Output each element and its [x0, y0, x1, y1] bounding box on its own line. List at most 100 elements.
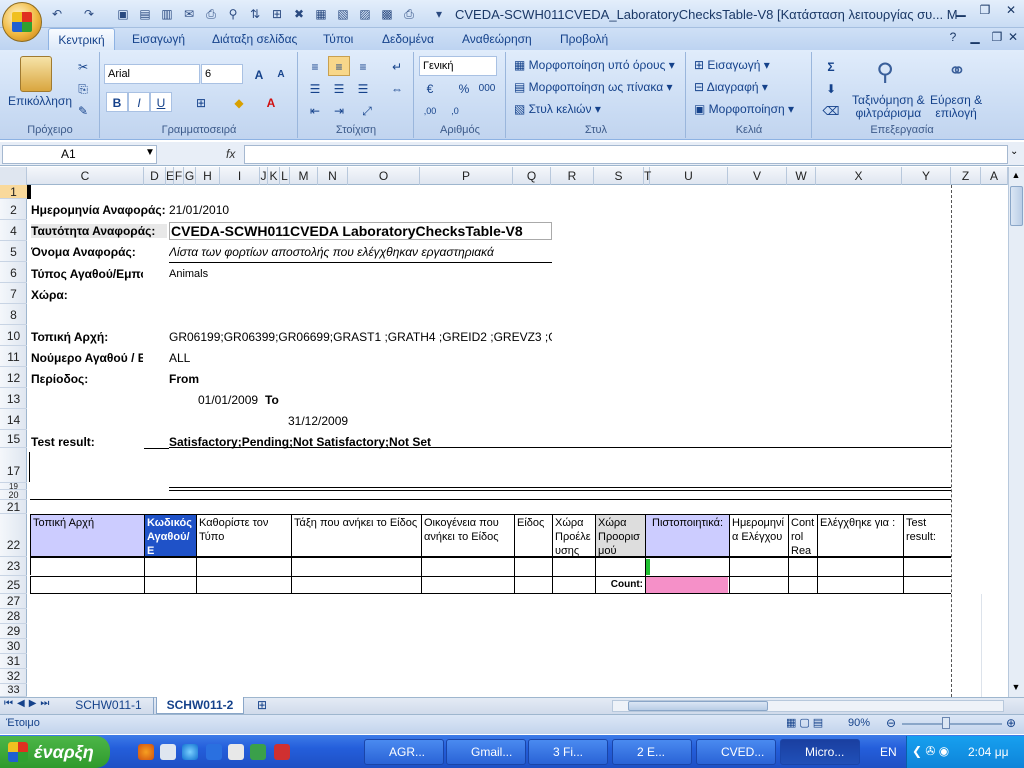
clear-icon[interactable]: ⌫ [820, 100, 842, 120]
app-quick-icon[interactable] [274, 744, 290, 760]
row-header[interactable]: 4 [0, 220, 27, 241]
column-header[interactable]: H [196, 167, 220, 185]
count-cell[interactable] [646, 577, 728, 593]
grow-font-icon[interactable]: A [248, 64, 270, 84]
column-header[interactable]: I [220, 167, 260, 185]
row-header[interactable]: 2 [0, 199, 27, 220]
binoculars-icon[interactable]: ⚭ [942, 58, 972, 88]
underline-button[interactable]: U [150, 92, 172, 112]
close-button[interactable]: ✕ [998, 3, 1024, 21]
font-color-icon[interactable]: A [260, 92, 282, 112]
form-icon[interactable]: ▨ [356, 5, 374, 23]
row-header[interactable]: 27 [0, 594, 27, 609]
paste-button[interactable]: Επικόλληση [8, 94, 72, 108]
minimize-button[interactable]: ▁ [948, 3, 974, 21]
sort-filter-button[interactable]: Ταξινόμηση & φιλτράρισμα [852, 94, 925, 120]
insert-cells-button[interactable]: ⊞ Εισαγωγή ▾ [694, 58, 770, 72]
row-header[interactable]: 32 [0, 669, 27, 684]
row-header[interactable]: 22 [0, 514, 27, 557]
table-row[interactable] [30, 557, 951, 575]
tab-formulas[interactable]: Τύποι [323, 28, 353, 50]
format-as-table-button[interactable]: ▤ Μορφοποίηση ως πίνακα ▾ [514, 80, 673, 94]
font-name-input[interactable]: Arial [104, 64, 200, 84]
column-header[interactable]: Z [951, 167, 981, 185]
sheet-tab-2[interactable]: SCHW011-2 [156, 697, 244, 714]
row-header[interactable]: 29 [0, 624, 27, 639]
email-icon[interactable]: ✉ [180, 5, 198, 23]
scroll-down-icon[interactable]: ▼ [1009, 682, 1023, 696]
column-header[interactable]: L [280, 167, 290, 185]
scroll-thumb[interactable] [1010, 186, 1023, 226]
restore-button[interactable]: ❐ [972, 3, 998, 21]
zoom-slider-thumb[interactable] [942, 717, 950, 729]
row-header[interactable]: 30 [0, 639, 27, 654]
column-header[interactable]: S [594, 167, 644, 185]
column-header[interactable]: U [650, 167, 728, 185]
row-header[interactable]: 10 [0, 325, 27, 346]
row-header[interactable]: 19 [0, 483, 27, 491]
chart-icon[interactable]: ▦ [312, 5, 330, 23]
ribbon-close-button[interactable]: ✕ [1004, 30, 1022, 48]
autosum-button[interactable]: Σ [820, 56, 842, 76]
ie-icon[interactable] [182, 744, 198, 760]
expand-formula-icon[interactable]: ⌄ [1010, 146, 1018, 157]
align-right-icon[interactable]: ☰ [352, 78, 374, 98]
row-header[interactable]: 5 [0, 241, 27, 262]
delete-cells-button[interactable]: ⊟ Διαγραφή ▾ [694, 80, 768, 94]
sort-filter-icon[interactable]: ⚲ [870, 58, 900, 88]
column-header[interactable]: G [184, 167, 196, 185]
taskbar-item[interactable]: 2 E... [612, 739, 692, 765]
row-header[interactable]: 13 [0, 388, 27, 409]
zoom-in-icon[interactable]: ⊕ [1006, 716, 1016, 730]
column-header[interactable]: N [318, 167, 348, 185]
filter-icon[interactable]: ⚲ [224, 5, 242, 23]
select-all-corner[interactable] [0, 167, 27, 185]
thousands-button[interactable]: 000 [476, 78, 498, 98]
percent-button[interactable]: % [453, 78, 475, 98]
align-left-icon[interactable]: ☰ [304, 78, 326, 98]
row-header[interactable]: 31 [0, 654, 27, 669]
column-header[interactable]: F [174, 167, 184, 185]
active-cell-a1[interactable] [27, 185, 31, 199]
row-header[interactable]: 25 [0, 576, 27, 594]
tab-insert[interactable]: Εισαγωγή [132, 28, 185, 50]
quicklaunch-icon[interactable] [228, 744, 244, 760]
row-header[interactable]: 23 [0, 557, 27, 576]
row-header[interactable]: 15 [0, 430, 27, 448]
borders-icon[interactable]: ⊞ [190, 92, 212, 112]
fill-color-icon[interactable]: ◆ [228, 92, 250, 112]
firefox-icon[interactable] [138, 744, 154, 760]
taskbar-item[interactable]: 3 Fi... [528, 739, 608, 765]
tab-review[interactable]: Αναθεώρηση [462, 28, 532, 50]
sheet-tab-1[interactable]: SCHW011-1 [64, 697, 154, 714]
row-header[interactable]: 14 [0, 409, 27, 430]
column-header[interactable]: X [816, 167, 902, 185]
h-scroll-thumb[interactable] [628, 701, 768, 711]
row-header[interactable]: 1 [0, 185, 27, 199]
redo-icon[interactable]: ↷ [80, 5, 98, 23]
tab-page-layout[interactable]: Διάταξη σελίδας [212, 28, 297, 50]
shrink-font-icon[interactable]: A [270, 64, 292, 84]
row-header[interactable]: 8 [0, 304, 27, 325]
row-header[interactable]: 33 [0, 684, 27, 697]
column-header[interactable]: C [27, 167, 144, 185]
zoom-level[interactable]: 90% [848, 717, 870, 729]
desktop-icon[interactable] [160, 744, 176, 760]
qat-dropdown-icon[interactable]: ▾ [430, 5, 448, 23]
office-button[interactable] [2, 2, 42, 42]
sort-icon[interactable]: ⇅ [246, 5, 264, 23]
align-bottom-icon[interactable]: ≡ [352, 56, 374, 76]
align-center-icon[interactable]: ☰ [328, 78, 350, 98]
view-buttons-icon[interactable]: ▦▢▤ [786, 716, 826, 729]
print-preview-icon[interactable]: ▤ [136, 5, 154, 23]
conditional-formatting-button[interactable]: ▦ Μορφοποίηση υπό όρους ▾ [514, 58, 675, 72]
copy-icon[interactable]: ⎘ [72, 78, 94, 98]
print-icon[interactable]: ⎙ [202, 5, 220, 23]
orientation-icon[interactable]: ⤢ [356, 100, 378, 120]
new-sheet-icon[interactable]: ⊞ [250, 697, 274, 714]
find-select-button[interactable]: Εύρεση & επιλογή [930, 94, 982, 120]
increase-indent-icon[interactable]: ⇥ [328, 100, 350, 120]
column-header[interactable]: V [728, 167, 787, 185]
wrap-text-icon[interactable]: ↵ [386, 56, 408, 76]
taskbar-item[interactable]: Gmail... [446, 739, 526, 765]
